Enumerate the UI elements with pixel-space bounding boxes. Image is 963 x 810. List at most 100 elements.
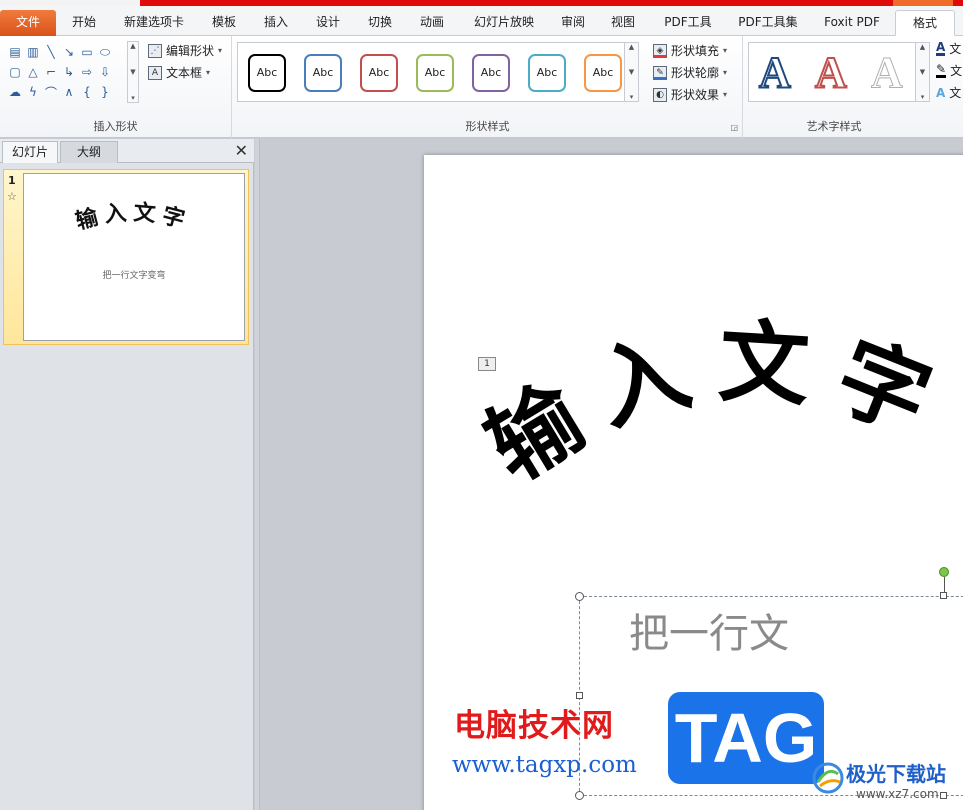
freeform-shape-icon[interactable]: ☁ (6, 83, 24, 101)
style-orange[interactable]: Abc (584, 54, 622, 92)
style-red[interactable]: Abc (360, 54, 398, 92)
shape-effects-icon: ◐ (653, 87, 667, 102)
watermark-tag-badge: TAG (668, 692, 824, 784)
group-label-shape-styles: 形状样式 (465, 120, 510, 133)
wordart-arc-title[interactable]: 输入文字 (424, 155, 963, 575)
resize-handle-left[interactable] (576, 692, 583, 699)
right-brace-shape-icon[interactable]: } (96, 83, 114, 101)
aurora-logo-icon (812, 762, 844, 794)
chevron-down-icon: ▾ (723, 90, 728, 99)
tab-pdf-toolset[interactable]: PDF工具集 (728, 10, 808, 36)
text-fill-icon: A (936, 40, 946, 56)
style-black[interactable]: Abc (248, 54, 286, 92)
watermark-site-url: www.xz7.com (856, 787, 939, 801)
tab-animations[interactable]: 动画 (408, 10, 456, 36)
resize-handle-top-left[interactable] (575, 592, 584, 601)
oval-shape-icon[interactable]: ⬭ (96, 43, 114, 61)
tab-outline[interactable]: 大纲 (60, 141, 118, 163)
edit-shape-button[interactable]: ⋰ 编辑形状 ▾ (148, 42, 222, 59)
resize-handle-bottom[interactable] (940, 792, 947, 799)
dialog-launcher-icon[interactable]: ◲ (730, 123, 738, 132)
right-arrow-shape-icon[interactable]: ⇨ (78, 63, 96, 81)
text-box-button[interactable]: A 文本框 ▾ (148, 64, 210, 81)
style-blue[interactable]: Abc (304, 54, 342, 92)
style-purple[interactable]: Abc (472, 54, 510, 92)
shape-effects-button[interactable]: ◐ 形状效果 ▾ (653, 86, 727, 103)
tab-new-tab[interactable]: 新建选项卡 (112, 10, 196, 36)
text-effects-button[interactable]: A 文 (936, 84, 961, 101)
chevron-down-icon: ▾ (218, 46, 223, 55)
edit-shape-label: 编辑形状 (166, 44, 215, 58)
style-aqua[interactable]: Abc (528, 54, 566, 92)
text-effects-label: 文 (949, 86, 962, 100)
style-green[interactable]: Abc (416, 54, 454, 92)
elbow-arrow-shape-icon[interactable]: ↳ (60, 63, 78, 81)
textbox-shape-icon[interactable]: ▤ (6, 43, 24, 61)
thumb-subtitle-text: 把一行文字变弯 (102, 271, 166, 281)
paint-bucket-icon: ◈ (653, 43, 667, 58)
tab-slides[interactable]: 幻灯片 (2, 141, 58, 163)
tab-view[interactable]: 视图 (600, 10, 646, 36)
tab-file[interactable]: 文件 (0, 10, 56, 36)
rotate-handle-stem (944, 577, 945, 593)
watermark-url: www.tagxp.com (452, 752, 637, 778)
ribbon-tab-bar: 文件 开始 新建选项卡 模板 插入 设计 切换 动画 幻灯片放映 审阅 视图 P… (0, 6, 963, 36)
slide-thumbnail-preview: 输入文字 把一行文字变弯 (23, 173, 245, 341)
group-label-insert-shapes: 插入形状 (93, 120, 138, 133)
triangle-shape-icon[interactable]: △ (24, 63, 42, 81)
shape-style-gallery: Abc Abc Abc Abc Abc Abc Abc ▲ ▼ ▾ (237, 42, 639, 102)
group-shape-styles: Abc Abc Abc Abc Abc Abc Abc ▲ ▼ ▾ ◈ 形状填充 ▾… (233, 36, 743, 138)
lightning-shape-icon[interactable]: ϟ (24, 83, 42, 101)
rectangle-shape-icon[interactable]: ▭ (78, 43, 96, 61)
shape-gallery-scroll[interactable]: ▲ ▼ ▾ (127, 41, 139, 103)
subtitle-text[interactable]: 把一行文 (629, 601, 789, 659)
text-outline-label: 文 (950, 64, 963, 78)
wordart-style-outline[interactable]: A (758, 48, 792, 98)
wordart-gallery: A A A ▲ ▼ ▾ (748, 42, 930, 102)
arrow-line-shape-icon[interactable]: ↘ (60, 43, 78, 61)
tab-insert[interactable]: 插入 (252, 10, 300, 36)
tab-format[interactable]: 格式 (895, 10, 955, 36)
elbow-connector-shape-icon[interactable]: ⌐ (42, 63, 60, 81)
resize-handle-bottom-left[interactable] (575, 791, 584, 800)
watermark-badge-text: TAG (674, 699, 818, 777)
text-outline-button[interactable]: ✎ 文 (936, 62, 962, 79)
rounded-rect-shape-icon[interactable]: ▢ (6, 63, 24, 81)
wordart-style-red[interactable]: A (814, 48, 848, 98)
chevron-down-icon: ▾ (723, 68, 728, 77)
ribbon: ▤ ▥ ╲ ↘ ▭ ⬭ ▢ △ ⌐ ↳ ⇨ ⇩ ☁ ϟ ⌒ ∧ {} ▲ ▼ … (0, 36, 963, 138)
title-arc-text: 输入文字 (469, 308, 943, 501)
tab-home[interactable]: 开始 (60, 10, 108, 36)
shape-fill-label: 形状填充 (671, 44, 720, 58)
wordart-style-gray[interactable]: A (871, 48, 904, 97)
tab-templates[interactable]: 模板 (200, 10, 248, 36)
tab-transitions[interactable]: 切换 (356, 10, 404, 36)
vertical-textbox-shape-icon[interactable]: ▥ (24, 43, 42, 61)
left-brace-shape-icon[interactable]: { (78, 83, 96, 101)
tab-slideshow[interactable]: 幻灯片放映 (462, 10, 546, 36)
text-fill-button[interactable]: A 文 (936, 40, 961, 57)
tab-review[interactable]: 审阅 (550, 10, 596, 36)
line-shape-icon[interactable]: ╲ (42, 43, 60, 61)
close-icon[interactable]: ✕ (235, 141, 248, 160)
arc-shape-icon[interactable]: ⌒ (42, 83, 60, 101)
watermark-title: 电脑技术网 (454, 708, 614, 744)
slides-pane: 幻灯片 大纲 ✕ 1 ☆ 输入文字 把一行文字变弯 (0, 139, 254, 810)
tab-foxit-pdf[interactable]: Foxit PDF (812, 10, 892, 36)
rotate-handle[interactable] (939, 567, 949, 577)
text-box-icon: A (148, 65, 162, 80)
tab-design[interactable]: 设计 (304, 10, 352, 36)
powerpoint-window: 文件 开始 新建选项卡 模板 插入 设计 切换 动画 幻灯片放映 审阅 视图 P… (0, 0, 963, 810)
style-gallery-scroll[interactable]: ▲ ▼ ▾ (624, 43, 638, 101)
tab-pdf-tools[interactable]: PDF工具 (652, 10, 724, 36)
shape-fill-button[interactable]: ◈ 形状填充 ▾ (653, 42, 727, 59)
pane-tabs: 幻灯片 大纲 ✕ (0, 139, 254, 163)
down-arrow-shape-icon[interactable]: ⇩ (96, 63, 114, 81)
group-insert-shapes: ▤ ▥ ╲ ↘ ▭ ⬭ ▢ △ ⌐ ↳ ⇨ ⇩ ☁ ϟ ⌒ ∧ {} ▲ ▼ … (0, 36, 232, 138)
slide-thumbnail-1[interactable]: 1 ☆ 输入文字 把一行文字变弯 (3, 169, 249, 345)
shape-outline-button[interactable]: ✎ 形状轮廓 ▾ (653, 64, 727, 81)
wordart-gallery-scroll[interactable]: ▲ ▼ ▾ (915, 43, 929, 101)
resize-handle-top[interactable] (940, 592, 947, 599)
curve-shape-icon[interactable]: ∧ (60, 83, 78, 101)
text-effects-icon: A (936, 85, 946, 100)
